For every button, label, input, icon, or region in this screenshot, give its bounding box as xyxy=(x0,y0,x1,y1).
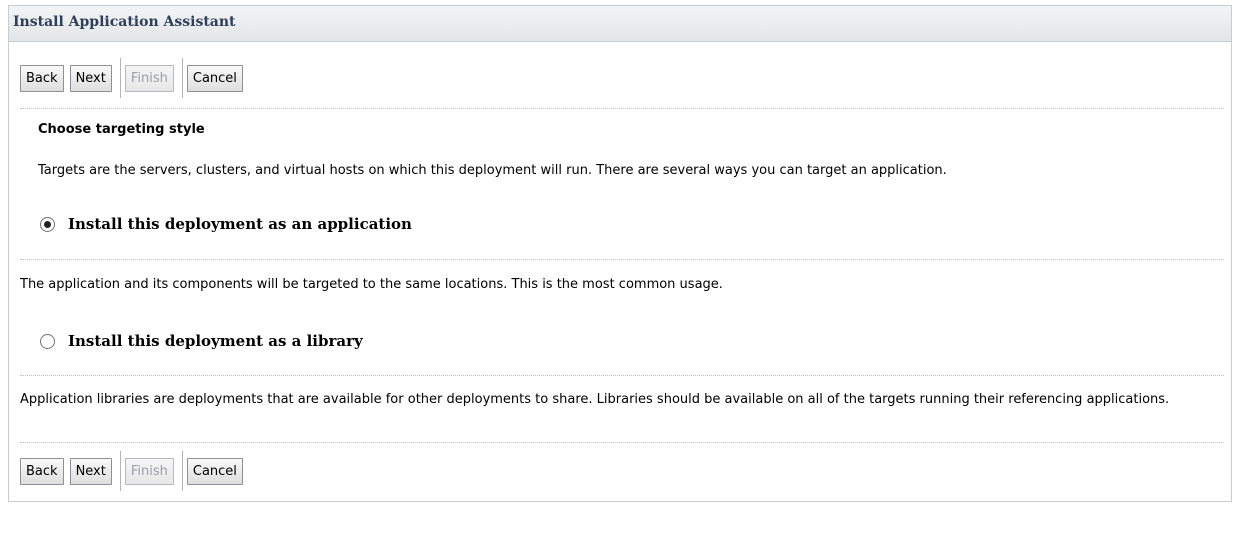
back-button-top[interactable]: Back xyxy=(20,64,64,92)
panel-title: Install Application Assistant xyxy=(13,13,236,30)
cancel-button-bottom[interactable]: Cancel xyxy=(186,457,243,485)
toolbar-separator xyxy=(119,58,121,98)
radio-application[interactable] xyxy=(40,216,55,232)
top-toolbar: Back Next Finish Cancel xyxy=(20,58,249,98)
panel-header: Install Application Assistant xyxy=(9,6,1231,42)
next-button-bottom[interactable]: Next xyxy=(69,457,112,485)
option-library-label: Install this deployment as a library xyxy=(68,332,363,350)
install-application-assistant-panel: Install Application Assistant Back Next … xyxy=(8,5,1232,502)
radio-library[interactable] xyxy=(40,333,55,349)
radio-selected-dot xyxy=(44,220,51,228)
option-library[interactable]: Install this deployment as a library xyxy=(40,332,363,350)
option-library-description: Application libraries are deployments th… xyxy=(20,392,1170,407)
back-button-bottom[interactable]: Back xyxy=(20,457,64,485)
divider xyxy=(20,375,1224,376)
section-heading: Choose targeting style xyxy=(38,122,205,137)
toolbar-separator xyxy=(119,451,121,491)
next-button-top[interactable]: Next xyxy=(69,64,112,92)
finish-button-bottom[interactable]: Finish xyxy=(124,457,174,485)
toolbar-separator xyxy=(181,58,183,98)
divider xyxy=(20,108,1224,109)
option-application-description: The application and its components will … xyxy=(20,277,723,292)
toolbar-separator xyxy=(181,451,183,491)
divider xyxy=(20,259,1224,260)
divider xyxy=(20,442,1224,443)
bottom-toolbar: Back Next Finish Cancel xyxy=(20,451,249,491)
option-application[interactable]: Install this deployment as an applicatio… xyxy=(40,215,412,233)
cancel-button-top[interactable]: Cancel xyxy=(186,64,243,92)
finish-button-top[interactable]: Finish xyxy=(124,64,174,92)
section-description: Targets are the servers, clusters, and v… xyxy=(38,163,947,178)
option-application-label: Install this deployment as an applicatio… xyxy=(68,215,412,233)
